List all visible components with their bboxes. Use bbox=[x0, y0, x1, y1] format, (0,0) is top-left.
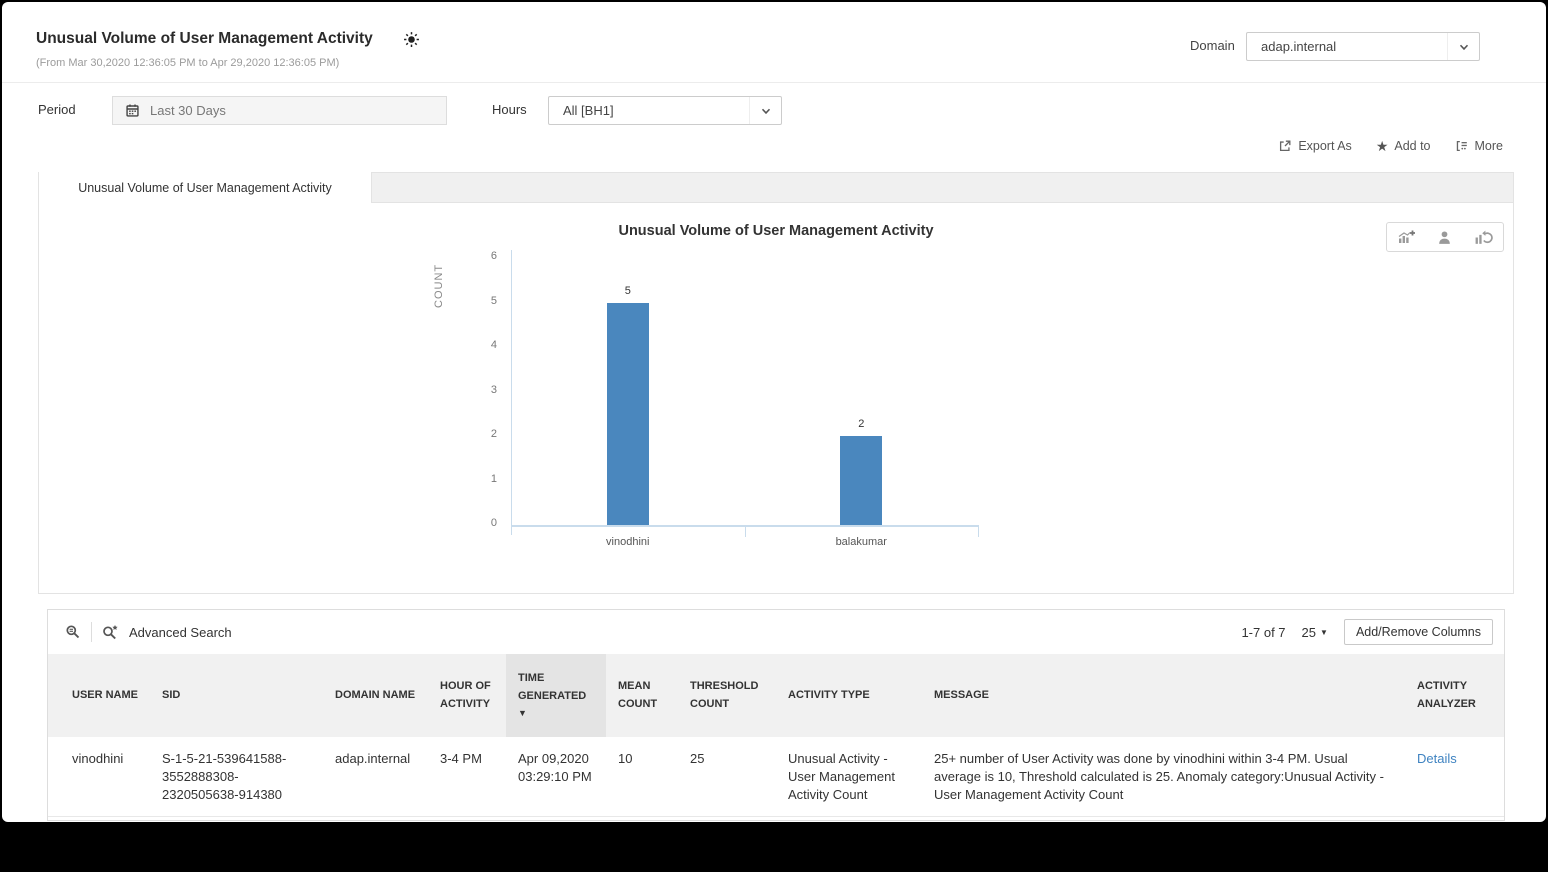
grid-toolbar: Advanced Search 1-7 of 7 25 ▼ Add/Remove… bbox=[48, 610, 1504, 654]
page-size-value: 25 bbox=[1302, 625, 1316, 640]
col-header-domain-name[interactable]: DOMAIN NAME bbox=[323, 654, 428, 737]
export-as-button[interactable]: Export As bbox=[1278, 139, 1352, 153]
x-axis-label: vinodhini bbox=[568, 536, 688, 548]
y-tick-label: 5 bbox=[457, 295, 497, 307]
report-date-range: (From Mar 30,2020 12:36:05 PM to Apr 29,… bbox=[36, 57, 339, 69]
cell-activity-analyzer: Details bbox=[1405, 737, 1504, 816]
report-actions-toolbar: Export As ★ Add to More bbox=[1278, 139, 1503, 153]
y-tick-label: 4 bbox=[457, 339, 497, 351]
x-axis-tick bbox=[745, 525, 746, 537]
export-as-label: Export As bbox=[1298, 139, 1352, 153]
bar-balakumar[interactable] bbox=[840, 436, 882, 525]
cell-sid: S-1-5-21-539641588-3552888308-2320505638… bbox=[150, 737, 323, 816]
results-grid-panel: Advanced Search 1-7 of 7 25 ▼ Add/Remove… bbox=[47, 609, 1505, 821]
more-button[interactable]: More bbox=[1455, 139, 1503, 153]
add-remove-columns-button[interactable]: Add/Remove Columns bbox=[1344, 619, 1493, 645]
col-header-user-name[interactable]: USER NAME bbox=[48, 654, 150, 737]
hours-select[interactable]: All [BH1] bbox=[548, 96, 782, 125]
star-icon: ★ bbox=[1376, 139, 1389, 153]
y-tick-label: 0 bbox=[457, 517, 497, 529]
chevron-down-icon bbox=[1447, 33, 1479, 60]
y-tick-label: 1 bbox=[457, 473, 497, 485]
table-header-row: USER NAME SID DOMAIN NAME HOUR OF ACTIVI… bbox=[48, 654, 1504, 737]
y-tick-label: 3 bbox=[457, 384, 497, 396]
cell-mean-count: 10 bbox=[606, 737, 678, 816]
y-axis-line bbox=[511, 250, 512, 535]
more-icon bbox=[1455, 139, 1469, 153]
bar-value-label: 5 bbox=[608, 285, 648, 297]
col-header-message[interactable]: MESSAGE bbox=[922, 654, 1405, 737]
details-link[interactable]: Details bbox=[1417, 751, 1457, 766]
tab-unusual-volume[interactable]: Unusual Volume of User Management Activi… bbox=[38, 172, 372, 203]
col-header-sid[interactable]: SID bbox=[150, 654, 323, 737]
col-header-activity-analyzer[interactable]: ACTIVITY ANALYZER bbox=[1405, 654, 1504, 737]
domain-select-value: adap.internal bbox=[1247, 39, 1447, 54]
cell-domain-name: adap.internal bbox=[323, 737, 428, 816]
x-axis-tick bbox=[978, 525, 979, 537]
add-to-button[interactable]: ★ Add to bbox=[1376, 139, 1431, 153]
col-header-hour-of-activity[interactable]: HOUR OF ACTIVITY bbox=[428, 654, 506, 737]
more-label: More bbox=[1475, 139, 1503, 153]
domain-label: Domain bbox=[1190, 38, 1235, 53]
grid-pagination-controls: 1-7 of 7 25 ▼ Add/Remove Columns bbox=[1241, 619, 1504, 645]
search-controls: Advanced Search bbox=[48, 622, 232, 642]
period-input[interactable]: Last 30 Days bbox=[112, 96, 447, 125]
col-header-mean-count[interactable]: MEAN COUNT bbox=[606, 654, 678, 737]
x-axis-label: balakumar bbox=[801, 536, 921, 548]
table-row: vinodhini S-1-5-21-539641588-3552888308-… bbox=[48, 737, 1504, 816]
y-tick-label: 6 bbox=[457, 250, 497, 262]
y-tick-label: 2 bbox=[457, 428, 497, 440]
results-table: USER NAME SID DOMAIN NAME HOUR OF ACTIVI… bbox=[48, 654, 1504, 817]
bar-vinodhini[interactable] bbox=[607, 303, 649, 526]
cell-user-name: vinodhini bbox=[48, 737, 150, 816]
pagination-range: 1-7 of 7 bbox=[1241, 625, 1285, 640]
advanced-search-label[interactable]: Advanced Search bbox=[129, 625, 232, 640]
period-label: Period bbox=[38, 102, 76, 117]
col-header-threshold-count[interactable]: THRESHOLD COUNT bbox=[678, 654, 776, 737]
page-size-select[interactable]: 25 ▼ bbox=[1302, 625, 1328, 640]
advanced-search-icon[interactable] bbox=[102, 624, 119, 640]
bar-chart: 0 1 2 3 4 5 6 COUNT 5 vinodhini 2 balakumar bbox=[39, 203, 1513, 593]
tab-label: Unusual Volume of User Management Activi… bbox=[78, 181, 332, 195]
chevron-down-icon bbox=[749, 97, 781, 124]
col-header-time-generated[interactable]: TIME GENERATED ▼ bbox=[506, 654, 606, 737]
y-axis-title: COUNT bbox=[433, 258, 445, 308]
bar-value-label: 2 bbox=[841, 418, 881, 430]
chart-panel: Unusual Volume of User Management Activi… bbox=[38, 202, 1514, 594]
cell-message: 25+ number of User Activity was done by … bbox=[922, 737, 1405, 816]
page-title: Unusual Volume of User Management Activi… bbox=[36, 30, 373, 48]
domain-select[interactable]: adap.internal bbox=[1246, 32, 1480, 61]
cell-activity-type: Unusual Activity - User Management Activ… bbox=[776, 737, 922, 816]
period-value: Last 30 Days bbox=[150, 103, 226, 118]
col-header-label: TIME GENERATED bbox=[518, 672, 586, 701]
sort-desc-icon: ▼ bbox=[518, 707, 600, 721]
hours-select-value: All [BH1] bbox=[549, 103, 749, 118]
toolbar-divider bbox=[91, 622, 92, 642]
cell-time-generated: Apr 09,2020 03:29:10 PM bbox=[506, 737, 606, 816]
add-to-label: Add to bbox=[1394, 139, 1430, 153]
col-header-activity-type[interactable]: ACTIVITY TYPE bbox=[776, 654, 922, 737]
header-divider bbox=[2, 82, 1546, 83]
hours-label: Hours bbox=[492, 102, 527, 117]
report-card: Unusual Volume of User Management Activi… bbox=[2, 2, 1546, 822]
calendar-icon bbox=[113, 103, 150, 118]
column-search-icon[interactable] bbox=[65, 624, 81, 640]
insight-bulb-icon[interactable] bbox=[403, 31, 420, 48]
export-icon bbox=[1278, 139, 1292, 153]
caret-down-icon: ▼ bbox=[1320, 628, 1328, 637]
cell-threshold-count: 25 bbox=[678, 737, 776, 816]
cell-hour-of-activity: 3-4 PM bbox=[428, 737, 506, 816]
